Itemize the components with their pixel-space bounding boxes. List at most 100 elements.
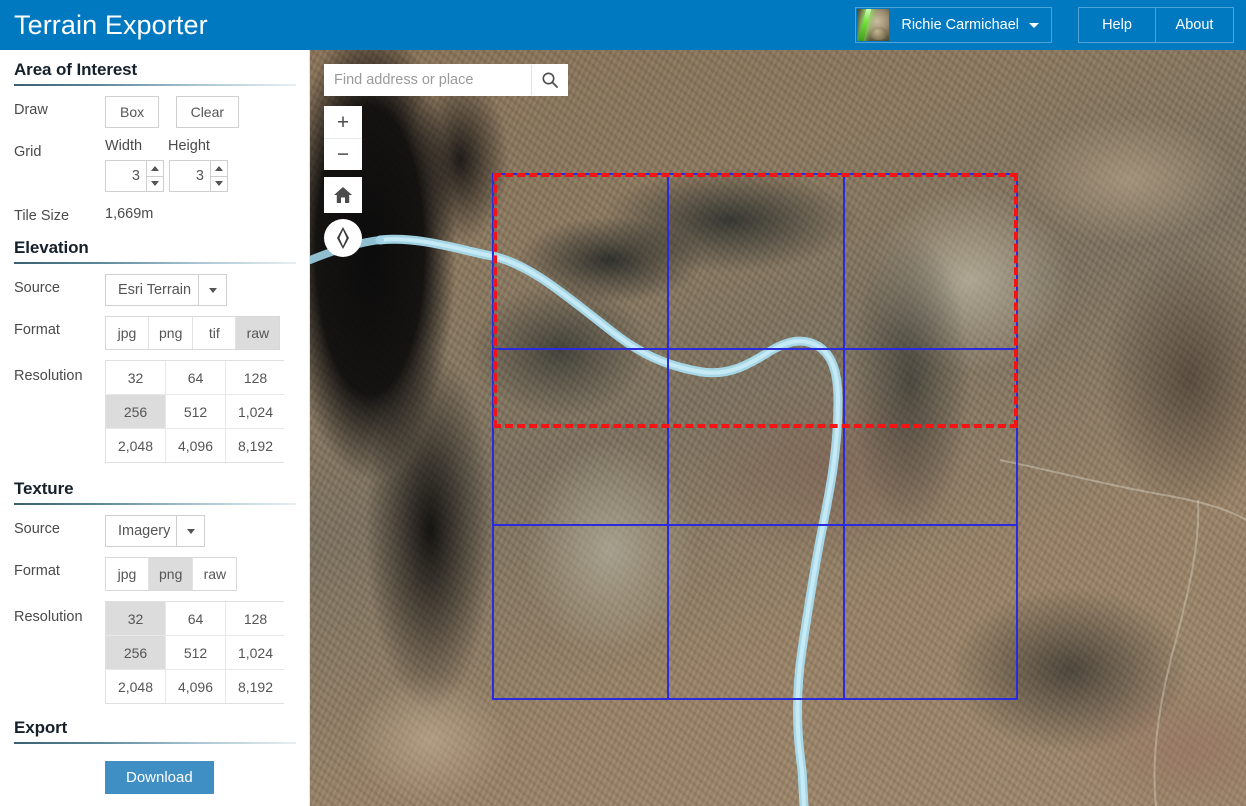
section-title: Export: [14, 718, 68, 737]
elevation-resolution-label: Resolution: [14, 368, 83, 384]
elevation-resolution-32[interactable]: 32: [106, 361, 165, 394]
draw-label: Draw: [14, 102, 48, 118]
sidebar-divider: [309, 50, 310, 806]
search-button[interactable]: [532, 64, 568, 96]
about-button[interactable]: About: [1156, 7, 1234, 43]
row-texture-resolution: Resolution 32 64 128 256 512 1,024 2,048…: [0, 601, 310, 704]
texture-resolution-1024[interactable]: 1,024: [226, 636, 285, 669]
texture-resolution-8192[interactable]: 8,192: [226, 670, 285, 703]
row-tile-size: Tile Size 1,669m: [0, 202, 310, 225]
locate-button[interactable]: [324, 219, 362, 257]
user-menu-button[interactable]: Richie Carmichael: [855, 7, 1052, 43]
grid-width-arrows: [146, 161, 163, 191]
elevation-source-value: Esri Terrain: [118, 282, 192, 298]
grid-width-value[interactable]: 3: [106, 161, 146, 191]
compass-needle-icon: [337, 227, 349, 249]
download-button[interactable]: Download: [105, 761, 214, 794]
grid-height-stepper[interactable]: 3: [169, 160, 228, 192]
section-area-of-interest-header: Area of Interest: [14, 50, 296, 86]
row-texture-source: Source Imagery: [0, 515, 310, 547]
section-divider: [14, 84, 296, 86]
search-widget: [324, 64, 568, 96]
grid-width-increment-button[interactable]: [147, 161, 163, 176]
draw-button-group: Box Clear: [105, 96, 240, 128]
row-elevation-resolution: Resolution 32 64 128 256 512 1,024 2,048…: [0, 360, 310, 463]
elevation-resolution-256[interactable]: 256: [106, 395, 165, 428]
section-texture-header: Texture: [14, 463, 296, 505]
draw-clear-button[interactable]: Clear: [175, 96, 240, 128]
export-actions: Download: [0, 761, 310, 794]
grid-height-label: Height: [168, 138, 210, 154]
elevation-source-select[interactable]: Esri Terrain: [105, 274, 227, 306]
row-texture-format: Format jpg png raw: [0, 557, 310, 591]
texture-format-group: jpg png raw: [105, 557, 238, 591]
texture-resolution-64[interactable]: 64: [166, 602, 225, 635]
elevation-resolution-grid: 32 64 128 256 512 1,024 2,048 4,096 8,19…: [105, 360, 285, 463]
grid-width-stepper[interactable]: 3: [105, 160, 164, 192]
avatar: [857, 9, 890, 41]
section-title: Elevation: [14, 238, 89, 257]
page-title: Terrain Exporter: [14, 10, 208, 40]
home-button[interactable]: [324, 177, 362, 213]
elevation-source-label: Source: [14, 280, 60, 296]
texture-resolution-32[interactable]: 32: [106, 602, 165, 635]
row-elevation-source: Source Esri Terrain: [0, 274, 310, 306]
texture-resolution-4096[interactable]: 4,096: [166, 670, 225, 703]
caret-down-icon: [1029, 22, 1039, 28]
map-canvas[interactable]: + −: [310, 50, 1246, 806]
grid-width-decrement-button[interactable]: [147, 175, 163, 192]
elevation-resolution-2048[interactable]: 2,048: [106, 429, 165, 462]
zoom-in-button[interactable]: +: [324, 106, 362, 138]
elevation-resolution-1024[interactable]: 1,024: [226, 395, 285, 428]
help-button[interactable]: Help: [1078, 7, 1156, 43]
grid-size-controls: Width Height 3 3: [105, 138, 228, 192]
section-elevation-header: Elevation: [14, 225, 296, 264]
grid-height-increment-button[interactable]: [211, 161, 227, 176]
elevation-resolution-128[interactable]: 128: [226, 361, 285, 394]
caret-down-icon: [215, 181, 223, 187]
zoom-controls: + −: [324, 106, 362, 170]
texture-format-jpg[interactable]: jpg: [106, 558, 149, 590]
grid-height-value[interactable]: 3: [170, 161, 210, 191]
elevation-resolution-64[interactable]: 64: [166, 361, 225, 394]
texture-source-select[interactable]: Imagery: [105, 515, 205, 547]
search-input[interactable]: [324, 72, 531, 88]
caret-up-icon: [215, 165, 223, 171]
search-icon: [542, 72, 558, 88]
elevation-format-tif[interactable]: tif: [193, 317, 237, 349]
grid-label: Grid: [14, 144, 42, 160]
elevation-resolution-8192[interactable]: 8,192: [226, 429, 285, 462]
caret-up-icon: [151, 165, 159, 171]
row-grid: Grid Width Height 3 3: [0, 138, 310, 192]
section-divider: [14, 262, 296, 264]
section-divider: [14, 742, 296, 744]
draw-box-button[interactable]: Box: [105, 96, 160, 128]
elevation-format-raw[interactable]: raw: [236, 317, 280, 349]
texture-resolution-512[interactable]: 512: [166, 636, 225, 669]
section-divider: [14, 503, 296, 505]
row-elevation-format: Format jpg png tif raw: [0, 316, 310, 350]
tile-size-value: 1,669m: [105, 206, 154, 222]
elevation-resolution-512[interactable]: 512: [166, 395, 225, 428]
texture-resolution-2048[interactable]: 2,048: [106, 670, 165, 703]
basemap-imagery: [310, 50, 1246, 806]
tile-size-label: Tile Size: [14, 208, 70, 224]
chevron-down-icon: [198, 275, 226, 305]
chevron-down-icon: [176, 516, 204, 546]
grid-height-decrement-button[interactable]: [211, 175, 227, 192]
texture-format-label: Format: [14, 563, 60, 579]
texture-format-raw[interactable]: raw: [193, 558, 237, 590]
texture-format-png[interactable]: png: [149, 558, 194, 590]
app-header: Terrain Exporter Richie Carmichael Help …: [0, 0, 1246, 50]
elevation-resolution-4096[interactable]: 4,096: [166, 429, 225, 462]
zoom-out-button[interactable]: −: [324, 138, 362, 170]
app-root: Terrain Exporter Richie Carmichael Help …: [0, 0, 1246, 806]
elevation-format-jpg[interactable]: jpg: [106, 317, 149, 349]
section-title: Texture: [14, 479, 74, 498]
elevation-format-png[interactable]: png: [149, 317, 194, 349]
texture-resolution-label: Resolution: [14, 609, 83, 625]
texture-resolution-256[interactable]: 256: [106, 636, 165, 669]
section-export-header: Export: [14, 704, 296, 744]
texture-source-label: Source: [14, 521, 60, 537]
texture-resolution-128[interactable]: 128: [226, 602, 285, 635]
